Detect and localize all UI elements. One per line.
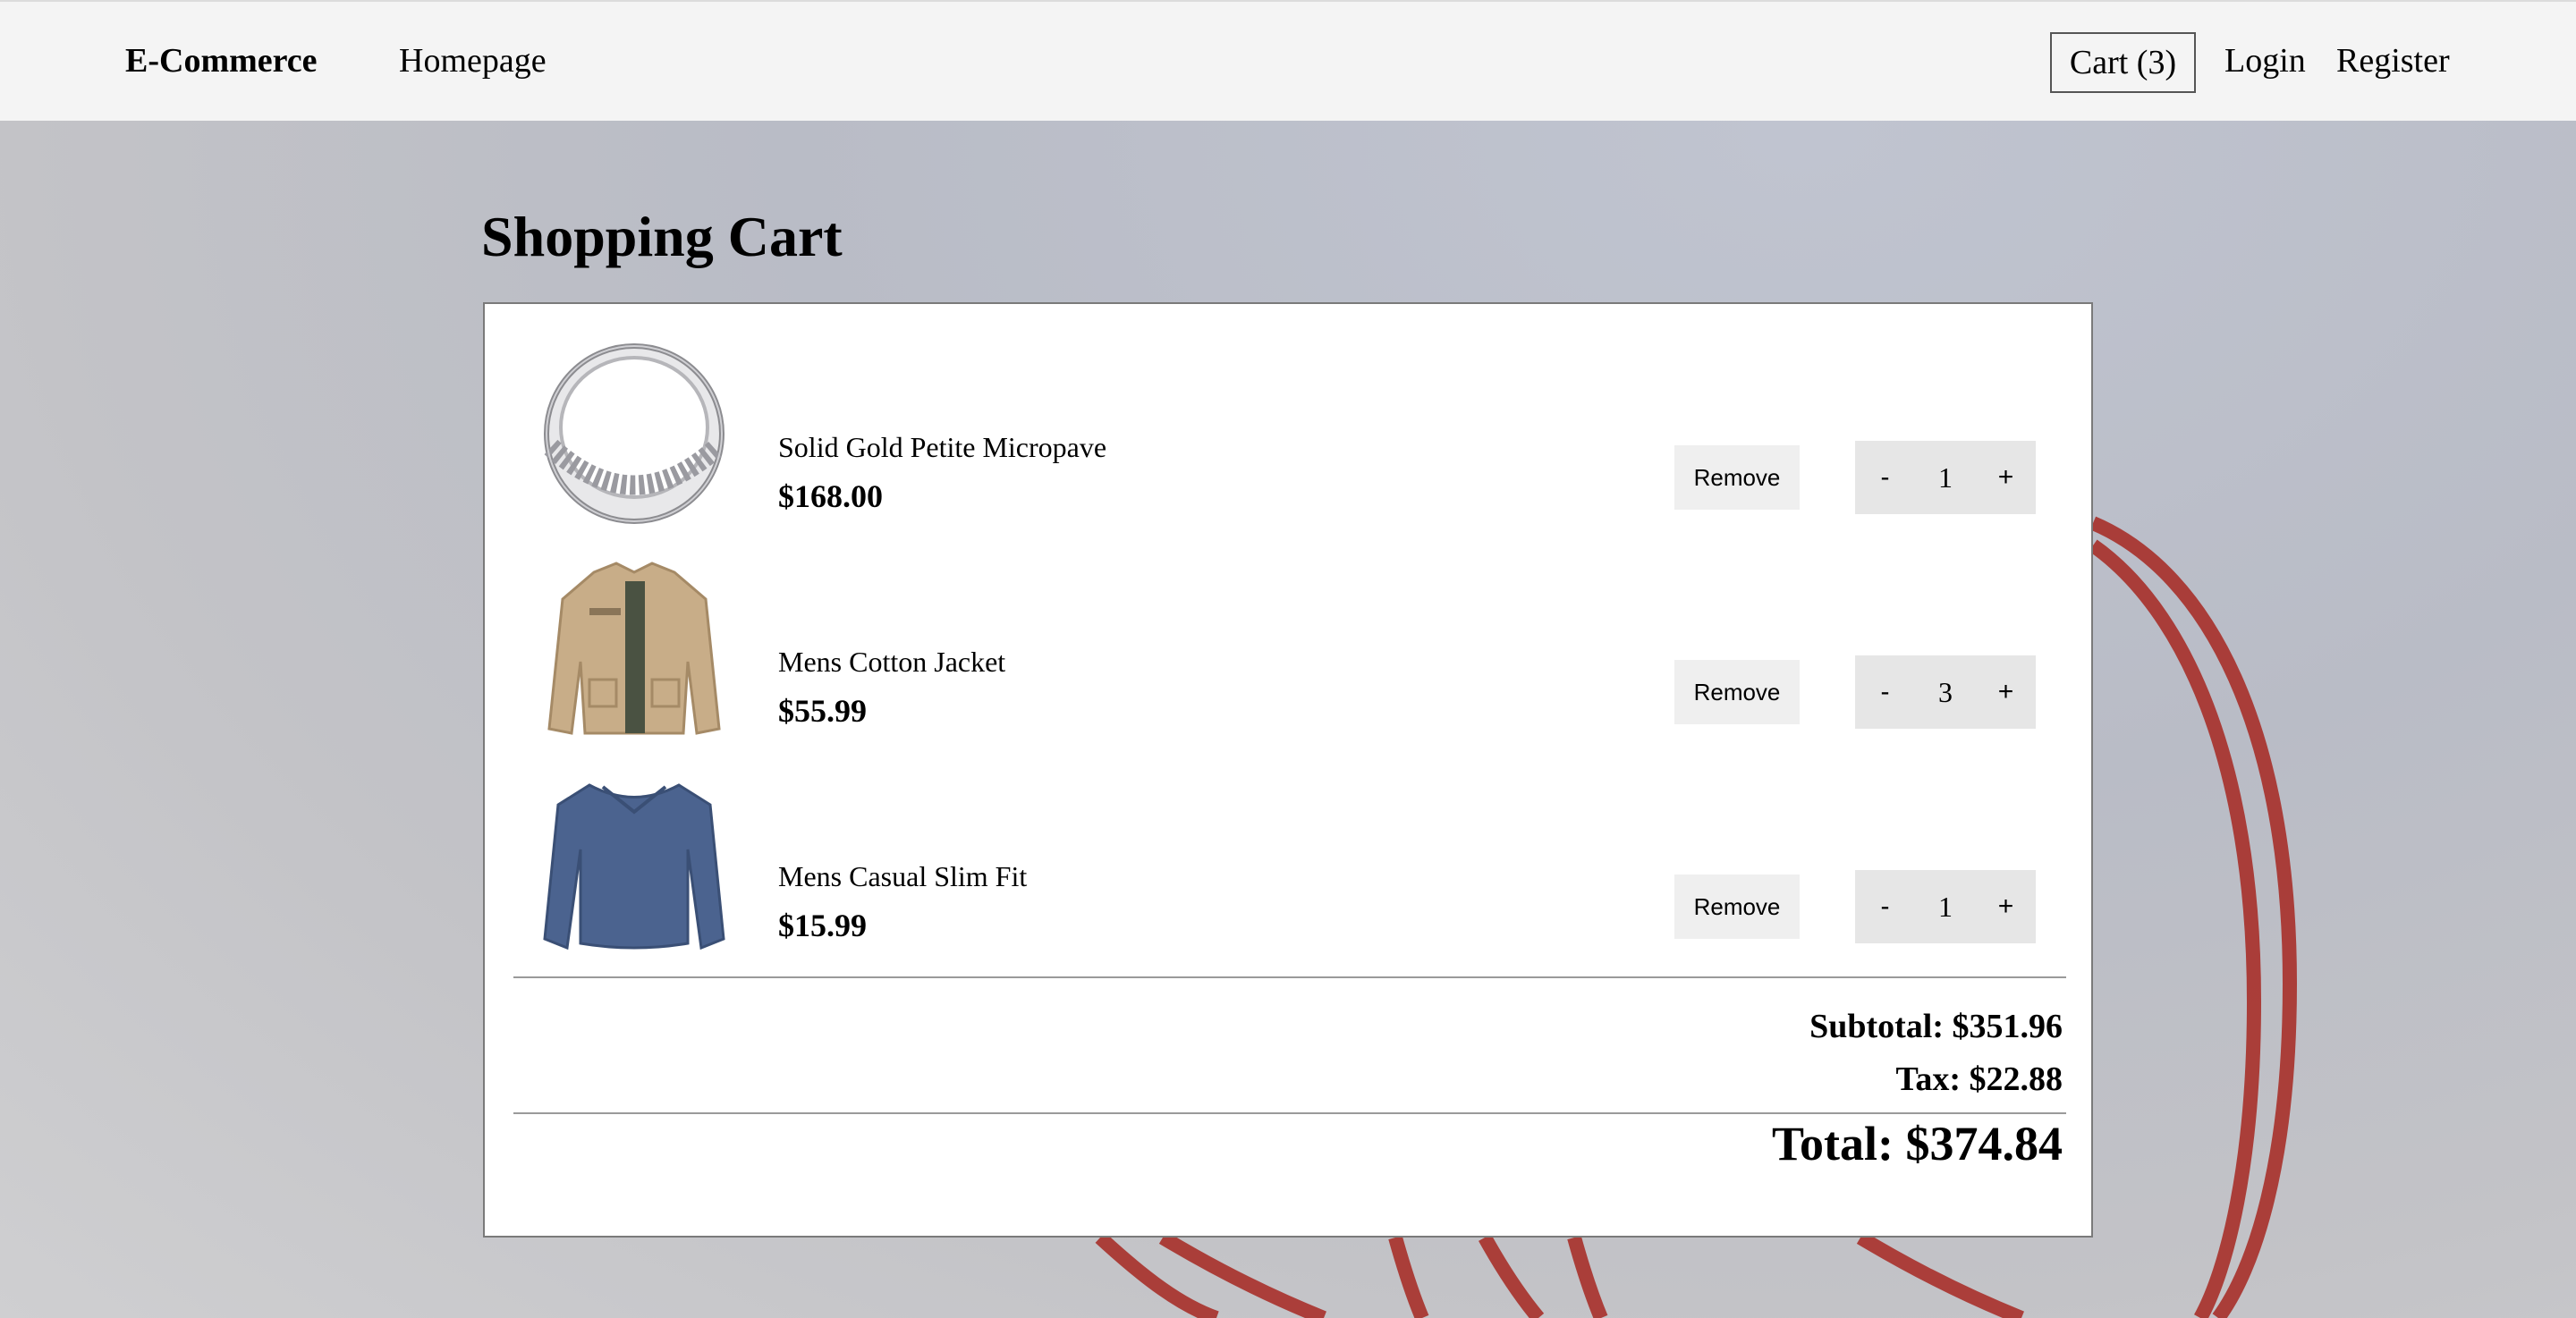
remove-button[interactable]: Remove (1674, 445, 1800, 510)
item-name[interactable]: Solid Gold Petite Micropave (778, 431, 1106, 464)
ring-icon (544, 343, 724, 524)
decrease-quantity-button[interactable]: - (1855, 441, 1915, 514)
quantity-value: 3 (1938, 675, 1953, 708)
total: Total: $374.84 (1771, 1117, 2063, 1170)
increase-quantity-button[interactable]: + (1976, 655, 2036, 729)
shirt-icon (543, 783, 725, 950)
jacket-icon (547, 562, 721, 735)
decrease-quantity-button[interactable]: - (1855, 870, 1915, 943)
item-name[interactable]: Mens Casual Slim Fit (778, 860, 1027, 893)
quantity-stepper: - 1 + (1855, 870, 2036, 943)
divider (513, 976, 2066, 978)
item-price: $55.99 (778, 693, 867, 729)
cart-item: Solid Gold Petite Micropave $168.00 Remo… (485, 340, 2091, 554)
brand-logo[interactable]: E-Commerce (125, 41, 318, 80)
increase-quantity-button[interactable]: + (1976, 870, 2036, 943)
quantity-value: 1 (1938, 890, 1953, 923)
cart-panel: Solid Gold Petite Micropave $168.00 Remo… (483, 302, 2093, 1238)
tax: Tax: $22.88 (1895, 1060, 2063, 1098)
navbar: E-Commerce Homepage Cart (3) Login Regis… (0, 0, 2576, 121)
page-title: Shopping Cart (481, 205, 843, 268)
nav-link-homepage[interactable]: Homepage (399, 41, 547, 80)
nav-link-register[interactable]: Register (2336, 41, 2450, 80)
nav-cart-button[interactable]: Cart (3) (2050, 32, 2196, 93)
remove-button[interactable]: Remove (1674, 874, 1800, 939)
item-price: $15.99 (778, 908, 867, 943)
cart-item: Mens Cotton Jacket $55.99 Remove - 3 + (485, 554, 2091, 769)
quantity-value: 1 (1938, 460, 1953, 494)
subtotal: Subtotal: $351.96 (1809, 1008, 2063, 1045)
remove-button[interactable]: Remove (1674, 660, 1800, 724)
increase-quantity-button[interactable]: + (1976, 441, 2036, 514)
quantity-stepper: - 3 + (1855, 655, 2036, 729)
nav-link-login[interactable]: Login (2224, 41, 2306, 80)
quantity-stepper: - 1 + (1855, 441, 2036, 514)
item-name[interactable]: Mens Cotton Jacket (778, 646, 1005, 679)
item-price: $168.00 (778, 478, 883, 514)
divider (513, 1112, 2066, 1114)
decrease-quantity-button[interactable]: - (1855, 655, 1915, 729)
cart-item: Mens Casual Slim Fit $15.99 Remove - 1 + (485, 769, 2091, 984)
